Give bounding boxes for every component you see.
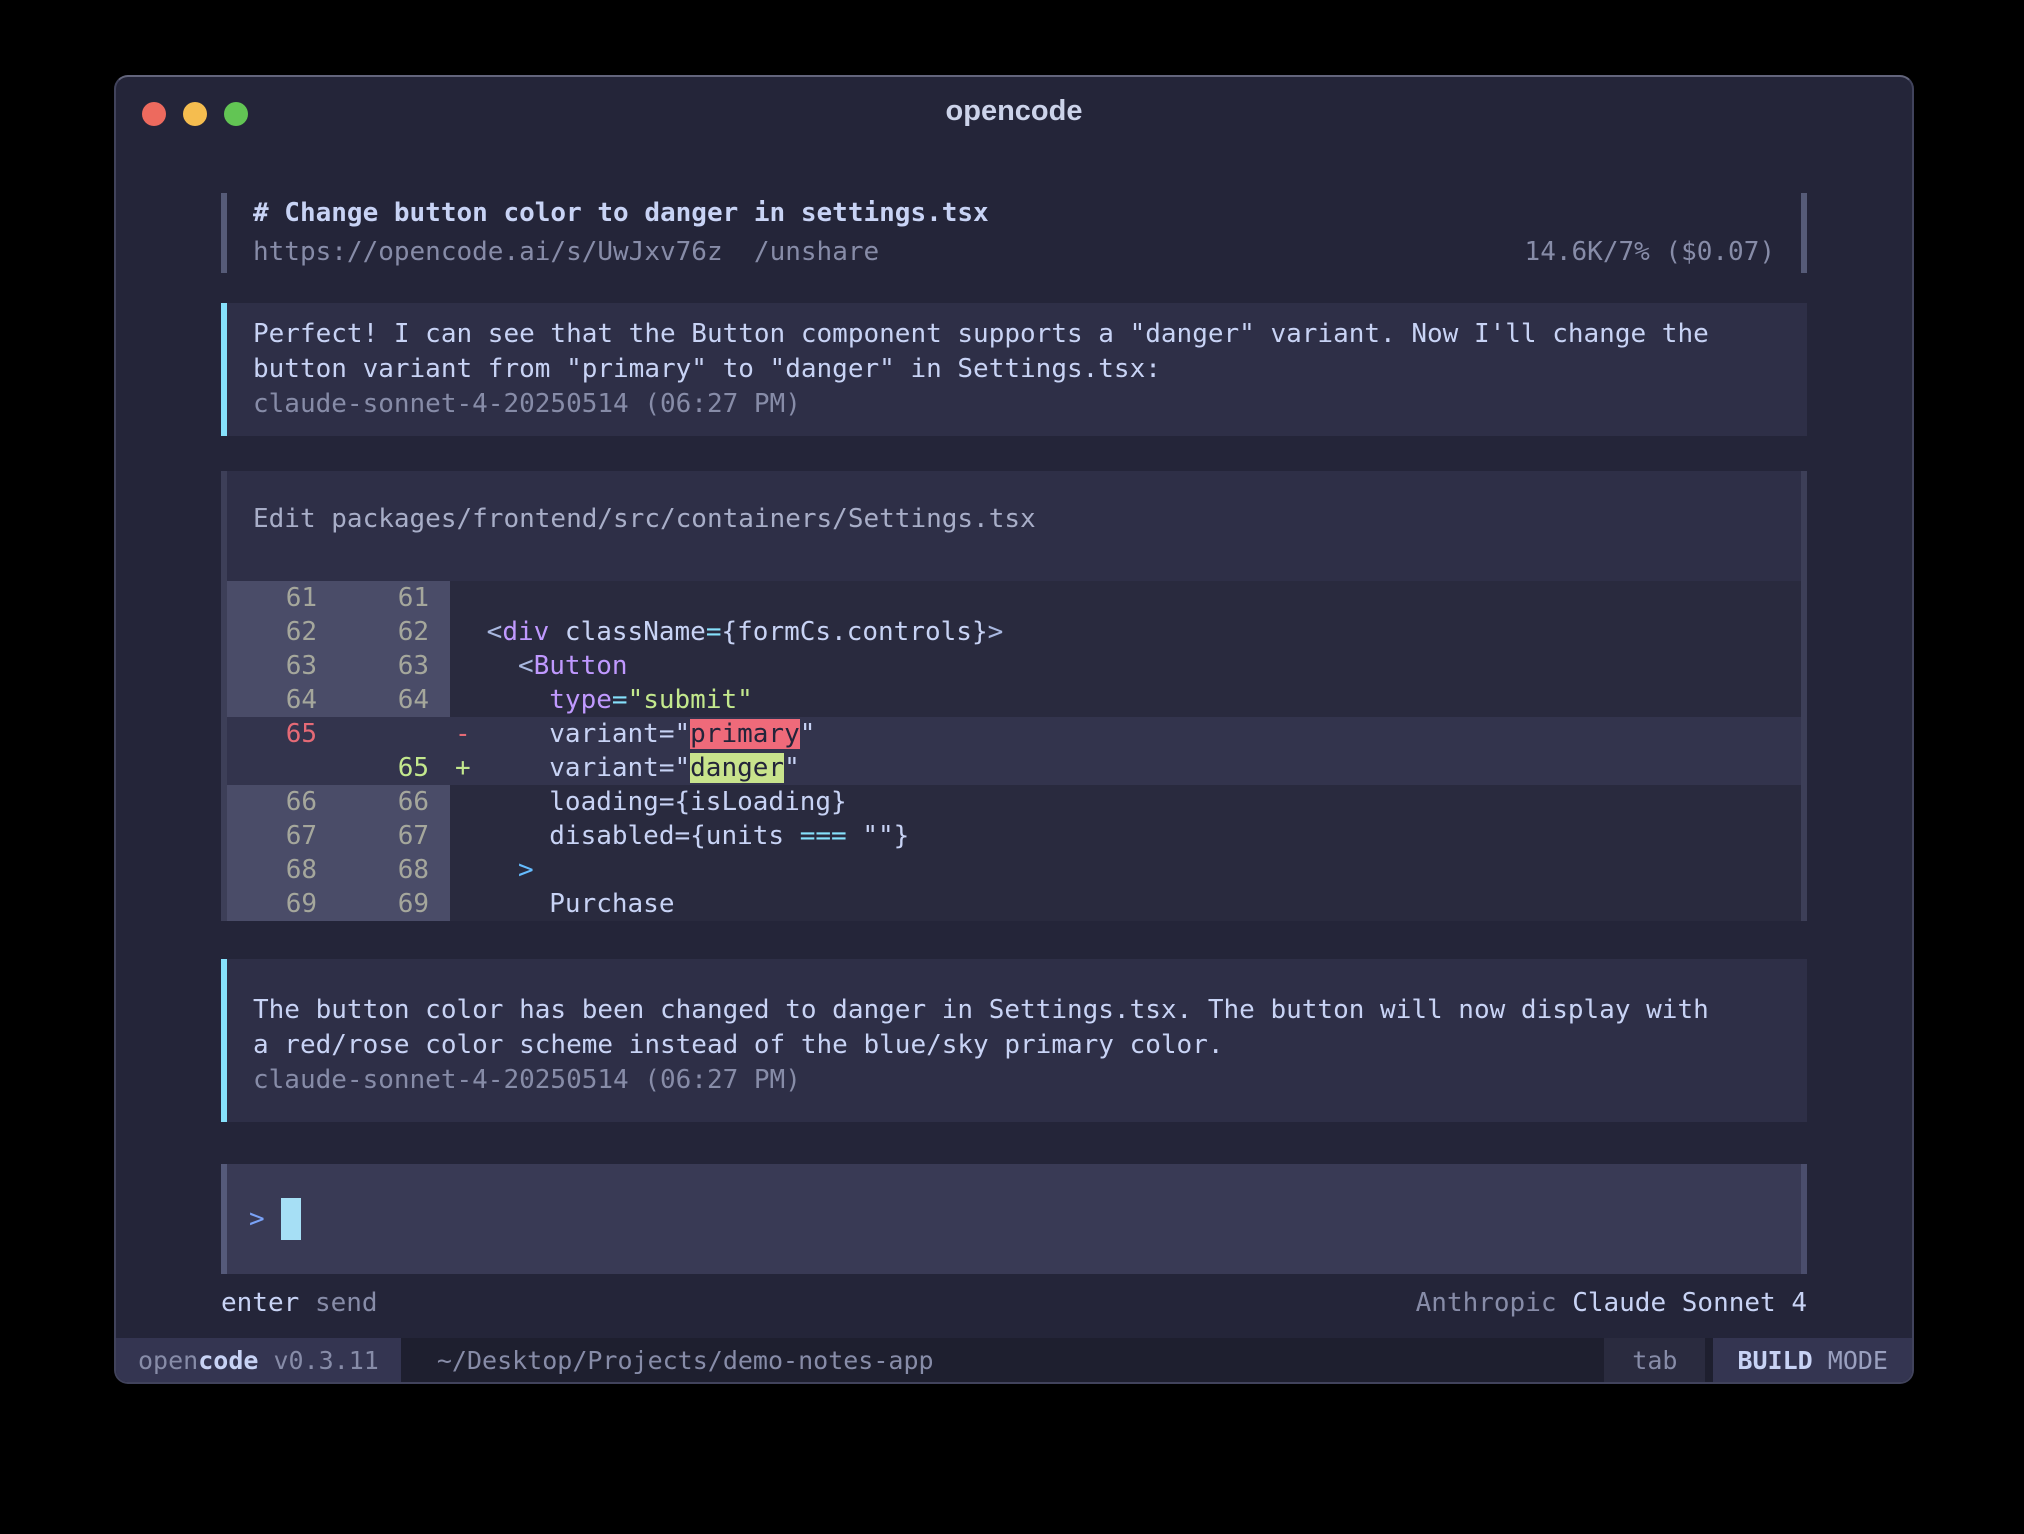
unshare-command: /unshare xyxy=(754,237,879,267)
model-label: Claude Sonnet 4 xyxy=(1572,1288,1807,1318)
mode-indicator[interactable]: BUILD MODE xyxy=(1713,1338,1912,1382)
brand-code: code xyxy=(198,1346,258,1375)
mode-word: MODE xyxy=(1828,1346,1888,1375)
message-text: The button color has been changed to dan… xyxy=(253,993,1781,1063)
session-title: # Change button color to danger in setti… xyxy=(253,194,1775,233)
prompt-symbol: > xyxy=(249,1204,265,1234)
message-model-timestamp: claude-sonnet-4-20250514 (06:27 PM) xyxy=(253,1063,1781,1098)
message-text: Perfect! I can see that the Button compo… xyxy=(253,317,1781,387)
diff-row: 6464 type="submit" xyxy=(227,683,1801,717)
provider-label: Anthropic xyxy=(1416,1288,1557,1318)
prompt-input[interactable]: > xyxy=(221,1164,1807,1274)
token-usage: 14.6K/7% ($0.07) xyxy=(1525,233,1775,272)
diff-row: 6161 xyxy=(227,581,1801,615)
brand-open: open xyxy=(138,1346,198,1375)
opencode-window: opencode # Change button color to danger… xyxy=(114,75,1914,1384)
status-bar: opencode v0.3.11 ~/Desktop/Projects/demo… xyxy=(116,1338,1912,1382)
diff-row: 65- variant="primary" xyxy=(227,717,1801,751)
message-model-timestamp: claude-sonnet-4-20250514 (06:27 PM) xyxy=(253,387,1781,422)
tab-key-hint[interactable]: tab xyxy=(1604,1338,1705,1382)
diff-row: 65+ variant="danger" xyxy=(227,751,1801,785)
session-subheader: https://opencode.ai/s/UwJxv76z /unshare … xyxy=(253,233,1775,272)
mode-suffix xyxy=(1813,1346,1828,1375)
app-version-chip: opencode v0.3.11 xyxy=(116,1338,401,1382)
share-url: https://opencode.ai/s/UwJxv76z xyxy=(253,237,723,267)
diff-row: 6868 > xyxy=(227,853,1801,887)
session-header: # Change button color to danger in setti… xyxy=(221,193,1807,273)
close-button[interactable] xyxy=(142,102,166,126)
assistant-message: Perfect! I can see that the Button compo… xyxy=(221,303,1807,436)
diff-row: 6666 loading={isLoading} xyxy=(227,785,1801,819)
diff: 6161 6262 <div className={formCs.control… xyxy=(227,581,1801,921)
window-title: opencode xyxy=(116,77,1912,145)
share-url-line: https://opencode.ai/s/UwJxv76z /unshare xyxy=(253,233,879,272)
edit-tool-title: Edit packages/frontend/src/containers/Se… xyxy=(227,471,1801,581)
working-directory: ~/Desktop/Projects/demo-notes-app xyxy=(437,1338,934,1382)
diff-row: 6969 Purchase xyxy=(227,887,1801,921)
app-version xyxy=(258,1346,273,1375)
hint-row: enter send Anthropic Claude Sonnet 4 xyxy=(221,1286,1807,1321)
version-number: v0.3.11 xyxy=(274,1346,379,1375)
traffic-lights xyxy=(142,102,248,126)
enter-key-label: enter xyxy=(221,1288,299,1318)
text-cursor xyxy=(281,1198,301,1240)
diff-row: 6363 <Button xyxy=(227,649,1801,683)
assistant-message: The button color has been changed to dan… xyxy=(221,959,1807,1122)
session-content: # Change button color to danger in setti… xyxy=(116,143,1912,1338)
statusbar-spacer xyxy=(934,1338,1605,1382)
edit-tool-panel: Edit packages/frontend/src/containers/Se… xyxy=(221,471,1807,921)
titlebar: opencode xyxy=(116,77,1912,143)
diff-row: 6767 disabled={units === ""} xyxy=(227,819,1801,853)
mode-name: BUILD xyxy=(1737,1346,1812,1375)
enter-action-label: send xyxy=(315,1288,378,1318)
diff-row: 6262 <div className={formCs.controls}> xyxy=(227,615,1801,649)
zoom-button[interactable] xyxy=(224,102,248,126)
enter-hint: enter send xyxy=(221,1286,378,1321)
minimize-button[interactable] xyxy=(183,102,207,126)
model-indicator: Anthropic Claude Sonnet 4 xyxy=(1416,1286,1807,1321)
